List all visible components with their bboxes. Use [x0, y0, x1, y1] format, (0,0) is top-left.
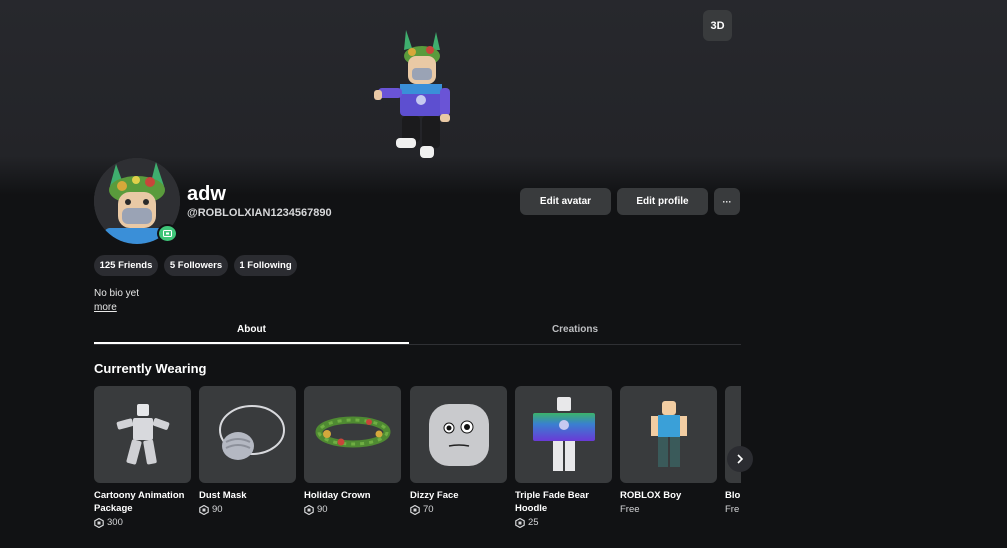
hoodie-shirt-icon — [532, 396, 595, 471]
robux-icon — [199, 504, 209, 515]
presence-studio-icon — [157, 224, 178, 243]
wearing-item[interactable]: ROBLOX Boy Free — [620, 386, 717, 515]
item-price: 300 — [94, 517, 191, 528]
item-thumbnail[interactable] — [515, 386, 612, 483]
following-count[interactable]: 1 Following — [234, 255, 297, 276]
item-price: Fre — [725, 504, 740, 515]
tab-creations[interactable]: Creations — [409, 314, 741, 344]
bio-text: No bio yet — [94, 288, 140, 299]
wearing-carousel: Cartoony Animation Package 300 Dust Mask — [94, 386, 741, 548]
item-name[interactable]: ROBLOX Boy — [620, 489, 717, 502]
item-price: 90 — [304, 504, 401, 515]
item-name[interactable]: Dust Mask — [199, 489, 296, 502]
wearing-item[interactable]: Holiday Crown 90 — [304, 386, 401, 515]
chevron-right-icon — [737, 454, 744, 464]
item-name[interactable]: Triple Fade Bear Hoodle — [515, 489, 612, 515]
face-head-icon — [428, 403, 489, 466]
wearing-item[interactable]: Cartoony Animation Package 300 — [94, 386, 191, 528]
followers-count[interactable]: 5 Followers — [164, 255, 228, 276]
profile-page: 3D adw @ROBLOLXIAN1234567890 Edit avatar… — [0, 0, 1007, 548]
item-thumbnail[interactable] — [94, 386, 191, 483]
holiday-wreath-icon — [315, 416, 390, 447]
item-thumbnail[interactable] — [620, 386, 717, 483]
roblox-boy-figure-icon — [650, 400, 687, 467]
robux-icon — [304, 504, 314, 515]
tabs-divider — [94, 344, 741, 345]
item-name[interactable]: Blo — [725, 489, 741, 502]
item-price: 25 — [515, 517, 612, 528]
active-tab-indicator — [94, 342, 409, 344]
item-name[interactable]: Dizzy Face — [410, 489, 507, 502]
friends-count[interactable]: 125 Friends — [94, 255, 158, 276]
toggle-3d-button[interactable]: 3D — [703, 10, 732, 41]
tab-about[interactable]: About — [94, 314, 409, 344]
carousel-next-button[interactable] — [727, 446, 753, 472]
animation-figure-icon — [116, 403, 169, 464]
wearing-item[interactable]: Dizzy Face 70 — [410, 386, 507, 515]
item-thumbnail[interactable] — [410, 386, 507, 483]
item-price: 90 — [199, 504, 296, 515]
more-options-button[interactable]: ··· — [714, 188, 740, 215]
avatar-figure-icon — [374, 30, 450, 158]
item-name[interactable]: Cartoony Animation Package — [94, 489, 191, 515]
robux-icon — [410, 504, 420, 515]
robux-icon — [515, 517, 525, 528]
item-price: Free — [620, 504, 640, 515]
currently-wearing-title: Currently Wearing — [94, 361, 207, 376]
robux-icon — [94, 517, 104, 528]
item-name[interactable]: Holiday Crown — [304, 489, 401, 502]
edit-profile-button[interactable]: Edit profile — [617, 188, 708, 215]
bio-more-link[interactable]: more — [94, 302, 117, 313]
display-name: adw — [187, 183, 226, 205]
item-thumbnail[interactable] — [199, 386, 296, 483]
wearing-item[interactable]: Dust Mask 90 — [199, 386, 296, 515]
item-price: 70 — [410, 504, 507, 515]
dust-mask-icon — [218, 404, 285, 460]
item-thumbnail[interactable] — [304, 386, 401, 483]
username: @ROBLOLXIAN1234567890 — [187, 207, 332, 219]
wearing-item[interactable]: Triple Fade Bear Hoodle 25 — [515, 386, 612, 528]
edit-avatar-button[interactable]: Edit avatar — [520, 188, 611, 215]
